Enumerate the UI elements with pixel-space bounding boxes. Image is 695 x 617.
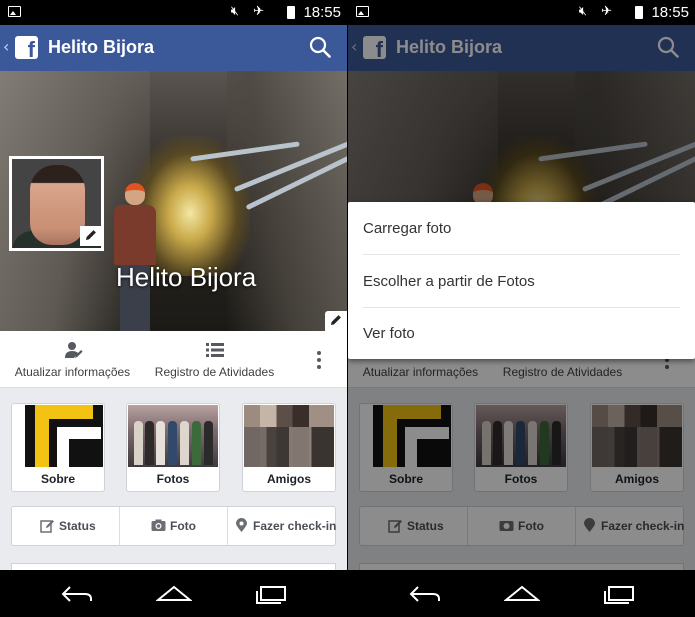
- status-edit-icon: [40, 520, 54, 533]
- search-icon[interactable]: [309, 36, 331, 58]
- android-nav-bar: [348, 570, 695, 617]
- profile-tiles: Sobre Fotos Amigos: [11, 403, 336, 493]
- divider: [119, 507, 120, 545]
- image-icon: [8, 6, 21, 17]
- tile-sobre[interactable]: Sobre: [11, 403, 105, 492]
- facebook-logo-icon[interactable]: f: [15, 36, 38, 59]
- back-chevron-icon[interactable]: ‹: [3, 37, 9, 56]
- composer-bar: Status Foto Fazer check-in: [11, 506, 336, 546]
- profile-picture-edit-button[interactable]: [80, 226, 102, 246]
- clock: 18:55: [303, 4, 341, 21]
- checkin-label: Fazer check-in: [253, 519, 337, 533]
- status-label: Status: [59, 519, 96, 533]
- cover-person: [112, 183, 158, 331]
- app-bar: ‹ f Helito Bijora: [0, 25, 347, 71]
- more-vertical-icon[interactable]: [317, 351, 321, 369]
- menu-item-upload-photo[interactable]: Carregar foto: [363, 203, 680, 255]
- status-bar: 🔇︎ ✈︎ 18:55: [348, 0, 695, 25]
- photo-label: Foto: [170, 519, 196, 533]
- profile-actions-bar: Atualizar informações Registro de Ativid…: [0, 331, 347, 388]
- person-edit-icon: [64, 342, 83, 358]
- profile-picture[interactable]: [9, 156, 104, 322]
- page-title: Helito Bijora: [48, 37, 155, 57]
- list-icon: [205, 343, 224, 357]
- home-nav-icon[interactable]: [156, 584, 192, 604]
- tile-fotos[interactable]: Fotos: [126, 403, 220, 492]
- profile-screen: 🔇︎ ✈︎ 18:55 ‹ f Helito Bijora Helito Bij…: [0, 0, 347, 617]
- system-icons: 🔇︎ ✈︎: [230, 4, 269, 19]
- recents-nav-icon[interactable]: [602, 584, 636, 604]
- recents-nav-icon[interactable]: [254, 584, 288, 604]
- image-icon: [356, 6, 369, 17]
- menu-item-view-photo[interactable]: Ver foto: [363, 308, 680, 360]
- tile-label: Sobre: [40, 472, 75, 486]
- status-button[interactable]: Status: [40, 507, 120, 545]
- pencil-icon: [331, 315, 341, 325]
- battery-icon: [287, 6, 295, 19]
- update-info-button[interactable]: Atualizar informações: [10, 331, 135, 388]
- pencil-icon: [86, 230, 96, 240]
- tile-amigos[interactable]: Amigos: [242, 403, 336, 492]
- status-bar: 🔇︎ ✈︎ 18:55: [0, 0, 347, 25]
- profile-picture-menu: Carregar foto Escolher a partir de Fotos…: [348, 202, 695, 359]
- android-nav-bar: [0, 570, 347, 617]
- photo-button[interactable]: Foto: [151, 507, 231, 545]
- cover-name: Helito Bijora: [116, 262, 257, 292]
- sobre-thumbnail: [13, 405, 103, 467]
- update-info-label: Atualizar informações: [14, 365, 131, 379]
- checkin-button[interactable]: Fazer check-in: [234, 507, 344, 545]
- clock: 18:55: [651, 4, 689, 21]
- location-pin-icon: [236, 518, 247, 532]
- menu-item-choose-from-photos[interactable]: Escolher a partir de Fotos: [363, 256, 680, 308]
- camera-icon: [151, 519, 166, 531]
- back-nav-icon[interactable]: [408, 584, 442, 604]
- activity-log-button[interactable]: Registro de Atividades: [152, 331, 277, 388]
- amigos-thumbnail: [244, 405, 334, 467]
- system-icons: 🔇︎ ✈︎: [578, 4, 617, 19]
- profile-screen-with-menu: 🔇︎ ✈︎ 18:55 ‹ f Helito Bijora Atualizar …: [348, 0, 695, 617]
- home-nav-icon[interactable]: [504, 584, 540, 604]
- activity-log-label: Registro de Atividades: [154, 365, 275, 379]
- tile-label: Amigos: [266, 472, 311, 486]
- fotos-thumbnail: [128, 405, 218, 467]
- cover-edit-button[interactable]: [325, 311, 347, 331]
- divider: [227, 507, 228, 545]
- back-nav-icon[interactable]: [60, 584, 94, 604]
- battery-icon: [635, 6, 643, 19]
- tile-label: Fotos: [156, 472, 190, 486]
